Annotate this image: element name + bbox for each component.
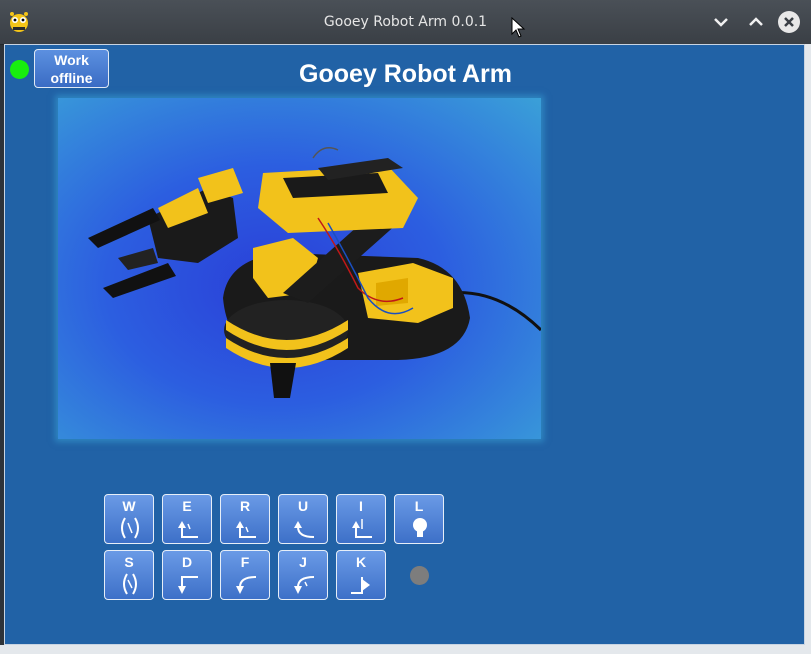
base-right-icon — [348, 571, 376, 597]
key-letter: S — [124, 554, 134, 570]
elbow-down-icon — [232, 571, 260, 597]
key-k-button[interactable]: K — [336, 550, 386, 600]
key-letter: D — [181, 554, 193, 570]
key-d-button[interactable]: D — [162, 550, 212, 600]
maximize-icon[interactable] — [745, 11, 767, 33]
minimize-icon[interactable] — [710, 11, 732, 33]
base-left-icon — [348, 515, 376, 541]
key-s-button[interactable]: S — [104, 550, 154, 600]
key-u-button[interactable]: U — [278, 494, 328, 544]
gripper-close-icon — [116, 571, 144, 597]
key-f-button[interactable]: F — [220, 550, 270, 600]
key-letter: U — [297, 498, 309, 514]
key-letter: L — [414, 498, 424, 514]
key-letter: I — [359, 498, 363, 514]
close-icon[interactable] — [778, 11, 800, 33]
key-letter: K — [355, 554, 367, 570]
wrist-down-icon — [174, 571, 202, 597]
app-canvas: Work offline Gooey Robot Arm W E R U I L… — [4, 44, 805, 645]
robot-arm-photo — [58, 98, 541, 439]
key-l-button[interactable]: L — [394, 494, 444, 544]
light-status-indicator — [410, 566, 429, 585]
key-i-button[interactable]: I — [336, 494, 386, 544]
key-letter: W — [122, 498, 136, 514]
key-letter: R — [239, 498, 251, 514]
mouse-cursor-icon — [511, 16, 527, 39]
key-j-button[interactable]: J — [278, 550, 328, 600]
window-titlebar[interactable]: Gooey Robot Arm 0.0.1 — [0, 0, 811, 45]
key-letter: J — [299, 554, 307, 570]
shoulder-up-icon — [290, 515, 318, 541]
window-border-right — [805, 44, 811, 645]
gripper-open-icon — [116, 515, 144, 541]
window-title: Gooey Robot Arm 0.0.1 — [323, 14, 488, 30]
key-e-button[interactable]: E — [162, 494, 212, 544]
page-title: Gooey Robot Arm — [299, 60, 512, 88]
elbow-up-icon — [232, 515, 260, 541]
key-r-button[interactable]: R — [220, 494, 270, 544]
key-w-button[interactable]: W — [104, 494, 154, 544]
window-border-bottom — [0, 645, 811, 654]
wrist-up-icon — [174, 515, 202, 541]
shoulder-down-icon — [290, 571, 318, 597]
key-letter: E — [182, 498, 192, 514]
key-letter: F — [240, 554, 250, 570]
light-bulb-icon — [406, 515, 434, 541]
